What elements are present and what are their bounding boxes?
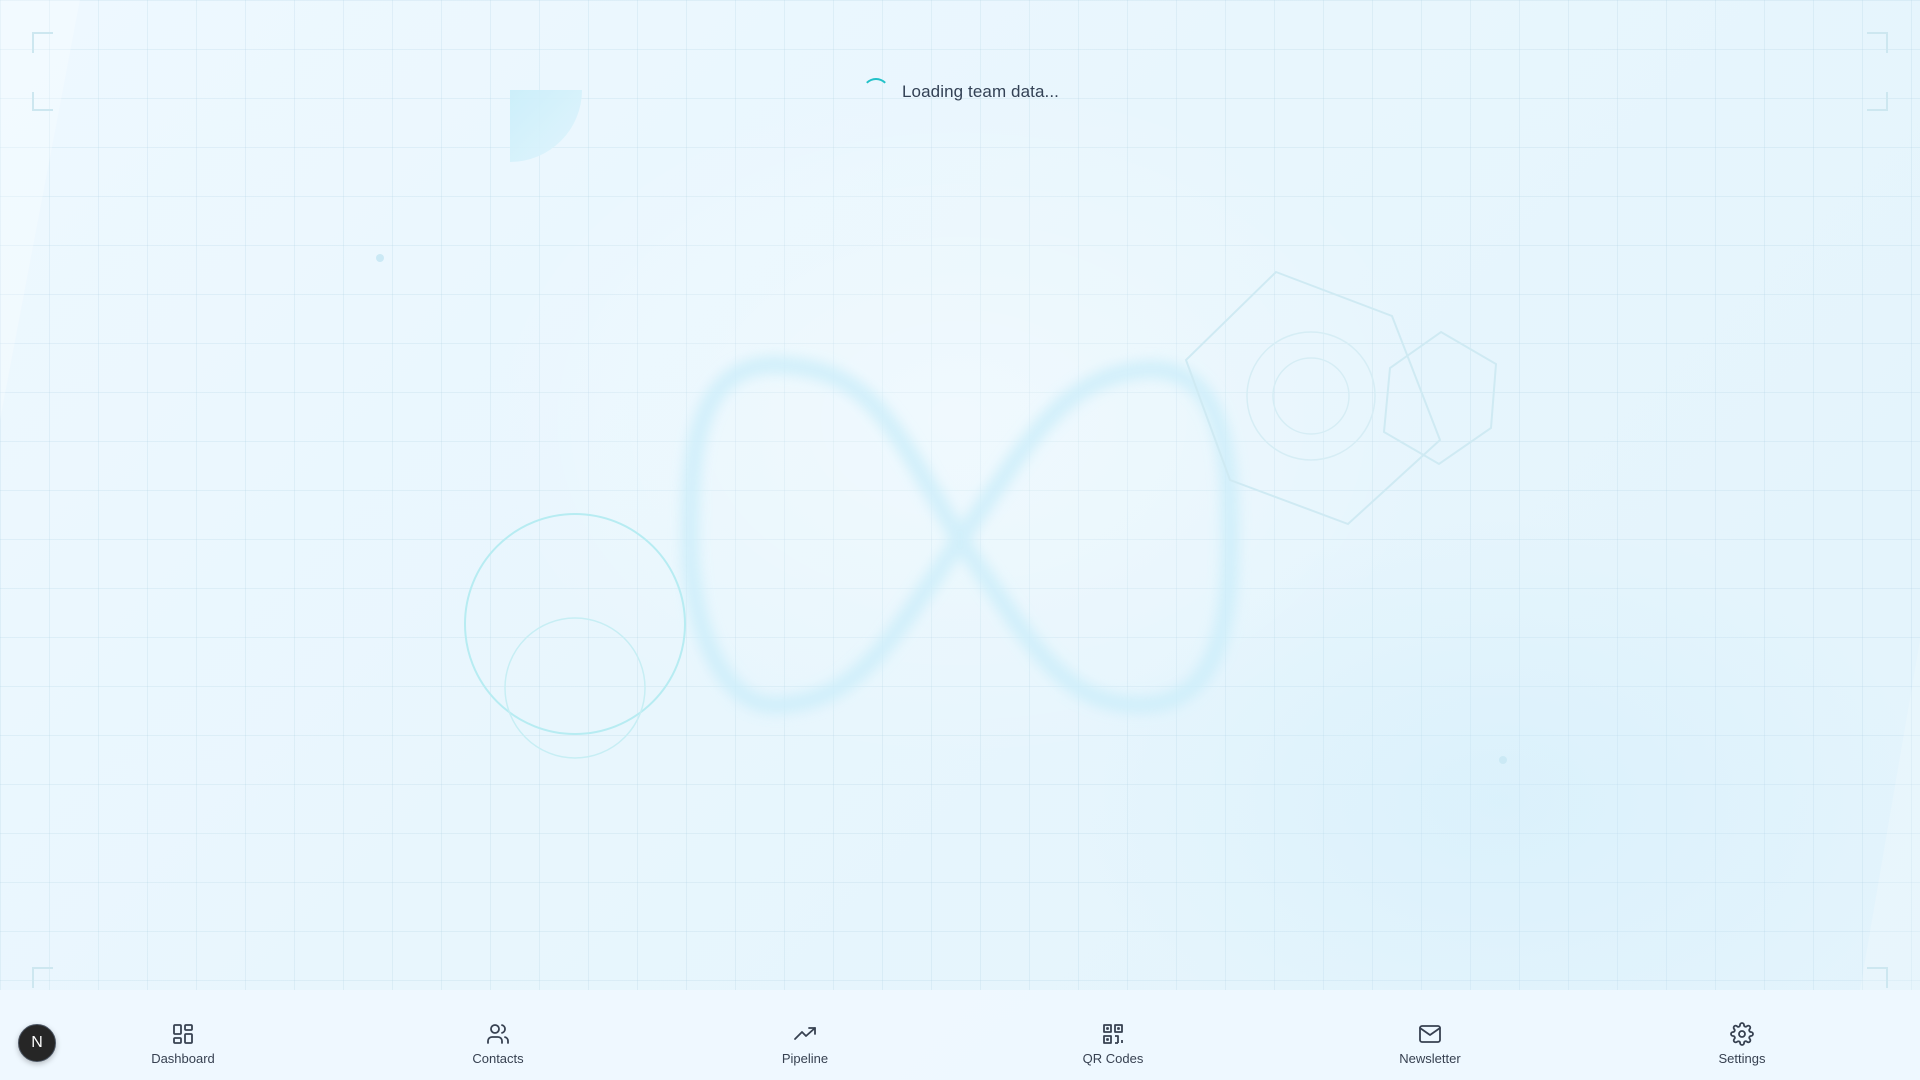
nav-label-qr-codes: QR Codes — [1082, 1051, 1144, 1066]
spinner-icon — [862, 78, 890, 106]
nav-item-qr-codes[interactable]: QR Codes — [1053, 1022, 1173, 1066]
nav-item-newsletter[interactable]: Newsletter — [1370, 1022, 1490, 1066]
trending-up-icon — [794, 1027, 816, 1040]
nav-item-pipeline[interactable]: Pipeline — [745, 1022, 865, 1066]
gear-icon — [1730, 1022, 1754, 1046]
nav-item-dashboard[interactable]: Dashboard — [123, 1022, 243, 1066]
qr-code-icon — [1103, 1024, 1123, 1044]
users-icon — [487, 1024, 509, 1044]
loading-message: Loading team data... — [902, 82, 1060, 101]
nav-label-newsletter: Newsletter — [1399, 1051, 1461, 1066]
loading-indicator: Loading team data... — [862, 78, 1059, 106]
user-avatar[interactable]: N — [18, 1024, 56, 1062]
nav-label-contacts: Contacts — [472, 1051, 524, 1066]
nav-label-pipeline: Pipeline — [781, 1051, 829, 1066]
mail-icon — [1419, 1025, 1441, 1043]
nav-label-settings: Settings — [1718, 1051, 1766, 1066]
avatar-letter: N — [31, 1034, 43, 1051]
nav-item-contacts[interactable]: Contacts — [438, 1022, 558, 1066]
grid-icon — [173, 1024, 193, 1044]
nav-item-settings[interactable]: Settings — [1682, 1022, 1802, 1066]
bottom-nav-bar — [0, 990, 1920, 1080]
nav-label-dashboard: Dashboard — [151, 1051, 215, 1066]
background-grid — [0, 0, 1920, 990]
